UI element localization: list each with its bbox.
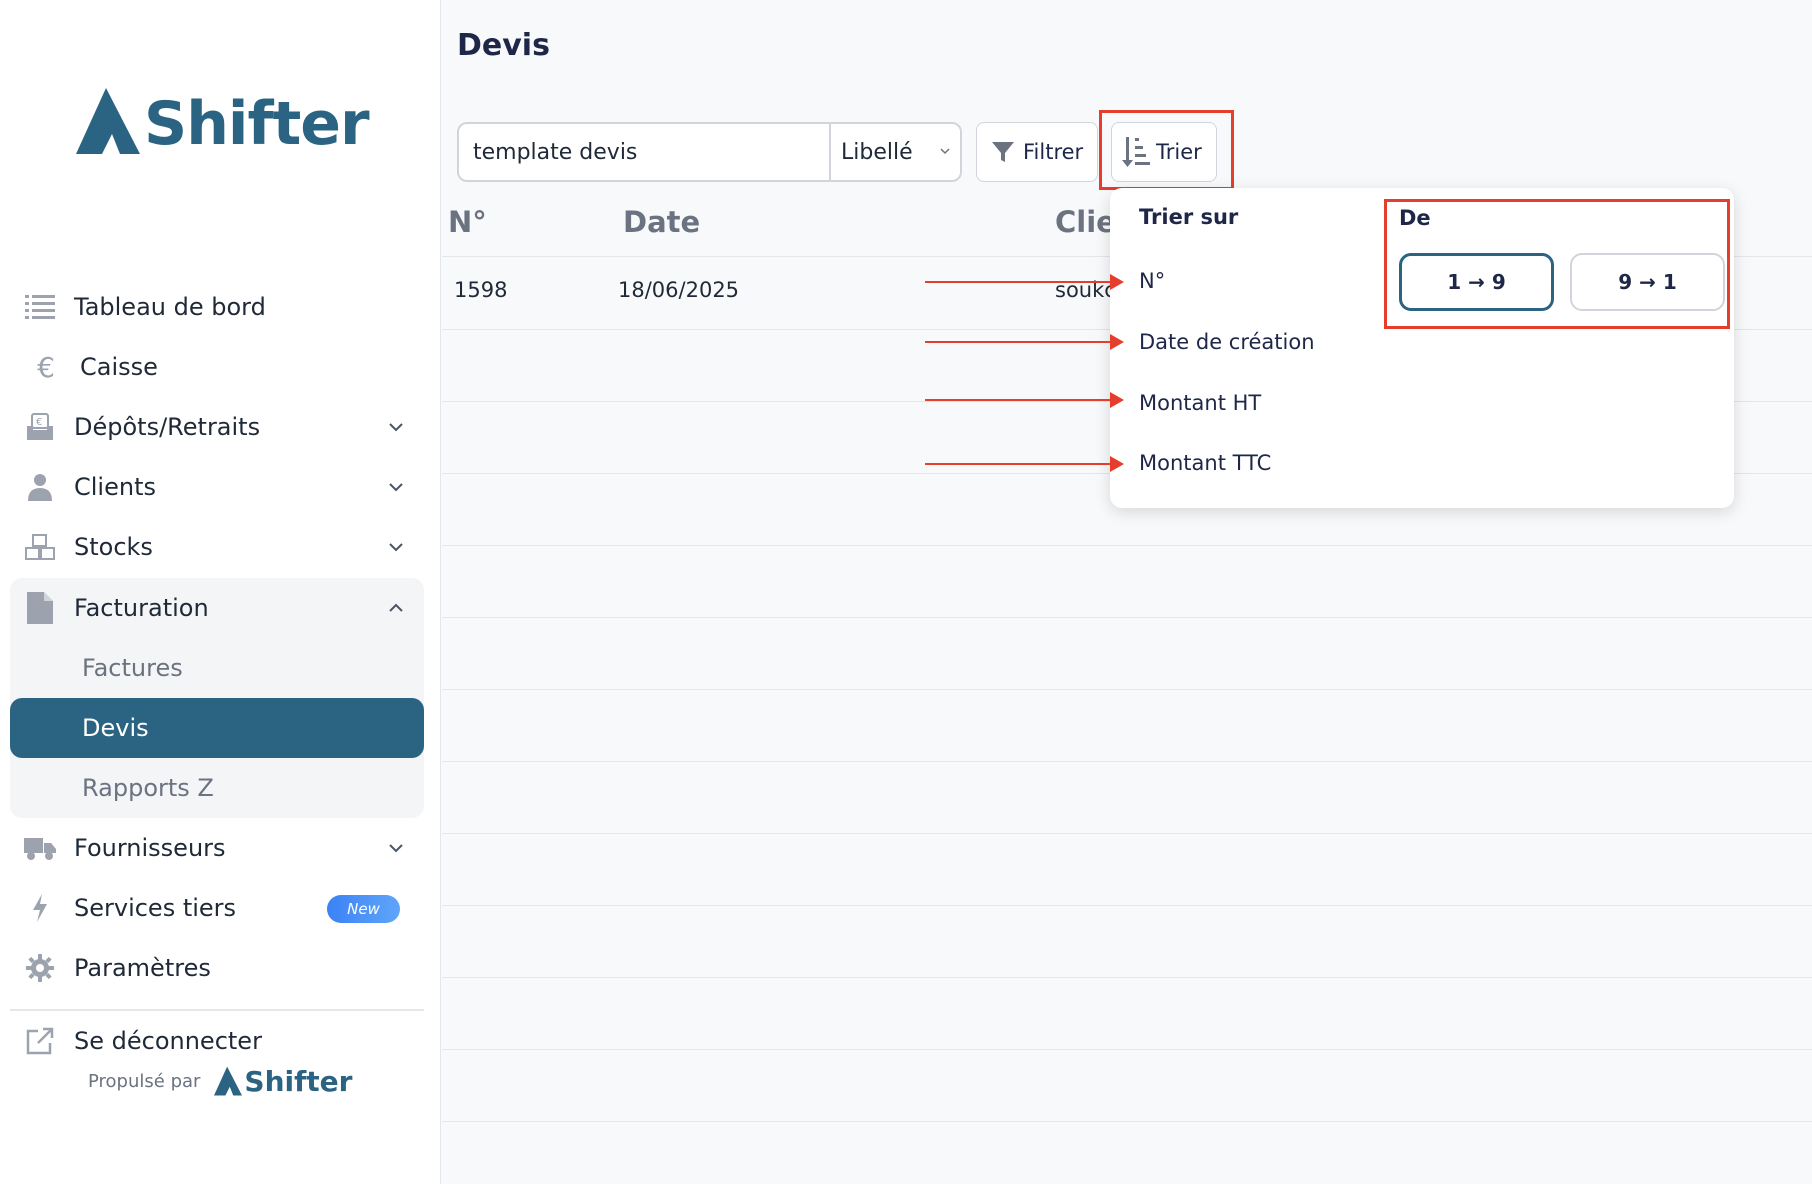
user-icon: [22, 469, 58, 505]
sort-option-amount-ttc[interactable]: Montant TTC: [1139, 451, 1271, 475]
annotation-highlight-order: [1384, 199, 1730, 329]
sidebar-item-caisse[interactable]: € Caisse: [10, 337, 424, 397]
shifter-logo-icon: [76, 88, 140, 154]
annotation-arrow: [925, 274, 1124, 290]
powered-by-label: Propulsé par: [88, 1070, 201, 1092]
sidebar-item-label: Services tiers: [74, 894, 237, 922]
gear-icon: [22, 950, 58, 986]
sidebar-subitem-label: Rapports Z: [82, 774, 214, 802]
sidebar: Shifter Tableau de bord € Caisse € Dépôt…: [0, 0, 441, 1184]
logo-text: Shifter: [144, 89, 370, 159]
sort-option-number[interactable]: N°: [1139, 269, 1165, 293]
field-select-value: Libellé: [841, 139, 913, 165]
sidebar-item-clients[interactable]: Clients: [10, 457, 424, 517]
sidebar-subitem-devis[interactable]: Devis: [10, 698, 424, 758]
sidebar-item-label: Caisse: [80, 353, 158, 381]
cell-date: 18/06/2025: [618, 278, 740, 302]
chevron-down-icon: [940, 148, 950, 155]
sort-on-heading: Trier sur: [1139, 205, 1239, 229]
row-divider: [442, 1121, 1812, 1122]
sidebar-subitem-label: Devis: [82, 714, 149, 742]
chevron-down-icon[interactable]: [386, 537, 406, 557]
annotation-highlight-sort-button: [1099, 110, 1234, 190]
row-divider: [442, 689, 1812, 690]
row-divider: [442, 617, 1812, 618]
deposit-icon: €: [22, 409, 58, 445]
filter-button[interactable]: Filtrer: [976, 122, 1098, 182]
row-divider: [442, 905, 1812, 906]
field-select[interactable]: Libellé: [831, 124, 960, 180]
sidebar-item-depots-retraits[interactable]: € Dépôts/Retraits: [10, 397, 424, 457]
sidebar-item-fournisseurs[interactable]: Fournisseurs: [10, 818, 424, 878]
chevron-up-icon[interactable]: [386, 598, 406, 618]
sidebar-item-label: Dépôts/Retraits: [74, 413, 261, 441]
column-header-number[interactable]: N°: [448, 205, 487, 239]
svg-text:€: €: [36, 417, 42, 428]
boxes-icon: [22, 529, 58, 565]
lightning-icon: [22, 890, 58, 926]
sidebar-item-stocks[interactable]: Stocks: [10, 517, 424, 577]
row-divider: [442, 977, 1812, 978]
cell-number: 1598: [454, 278, 508, 302]
sidebar-item-label: Clients: [74, 473, 156, 501]
filter-label: Filtrer: [1023, 140, 1084, 164]
sidebar-subitem-factures[interactable]: Factures: [10, 638, 424, 698]
truck-icon: [22, 830, 58, 866]
search-input[interactable]: [459, 124, 831, 180]
sort-option-creation-date[interactable]: Date de création: [1139, 330, 1315, 354]
powered-logo[interactable]: Shifter: [214, 1066, 352, 1096]
filter-icon: [989, 138, 1017, 166]
chevron-down-icon[interactable]: [386, 838, 406, 858]
sidebar-item-label: Facturation: [74, 594, 209, 622]
sidebar-item-dashboard[interactable]: Tableau de bord: [10, 277, 424, 337]
row-divider: [442, 761, 1812, 762]
annotation-arrow: [925, 456, 1124, 472]
row-divider: [442, 545, 1812, 546]
annotation-arrow: [925, 392, 1124, 408]
row-divider: [442, 833, 1812, 834]
search-group: Libellé: [457, 122, 962, 182]
sort-option-amount-ht[interactable]: Montant HT: [1139, 391, 1261, 415]
logout-label: Se déconnecter: [74, 1027, 262, 1055]
sidebar-subitem-label: Factures: [82, 654, 183, 682]
shifter-logo[interactable]: Shifter: [76, 82, 370, 159]
column-header-date[interactable]: Date: [623, 205, 700, 239]
new-badge: New: [327, 895, 400, 923]
chevron-down-icon[interactable]: [386, 417, 406, 437]
shifter-logo-icon: [214, 1066, 243, 1096]
chevron-down-icon[interactable]: [386, 477, 406, 497]
list-icon: [22, 289, 58, 325]
external-link-icon: [22, 1023, 58, 1059]
logout-button[interactable]: Se déconnecter: [10, 1011, 424, 1071]
sidebar-item-label: Paramètres: [74, 954, 211, 982]
sidebar-item-label: Stocks: [74, 533, 153, 561]
euro-icon: €: [37, 350, 55, 384]
powered-by: Propulsé par Shifter: [88, 1066, 352, 1096]
page-title: Devis: [457, 28, 550, 63]
sidebar-item-services-tiers[interactable]: Services tiers New: [10, 878, 424, 938]
sidebar-item-parametres[interactable]: Paramètres: [10, 938, 424, 998]
powered-logo-text: Shifter: [244, 1065, 353, 1098]
sidebar-item-label: Tableau de bord: [74, 293, 266, 321]
sidebar-item-facturation[interactable]: Facturation: [10, 578, 424, 638]
column-header-client[interactable]: Clie: [1055, 205, 1116, 239]
annotation-arrow: [925, 334, 1124, 350]
sidebar-subitem-rapports-z[interactable]: Rapports Z: [10, 758, 424, 818]
sidebar-item-label: Fournisseurs: [74, 834, 226, 862]
row-divider: [442, 1049, 1812, 1050]
document-icon: [22, 590, 58, 626]
